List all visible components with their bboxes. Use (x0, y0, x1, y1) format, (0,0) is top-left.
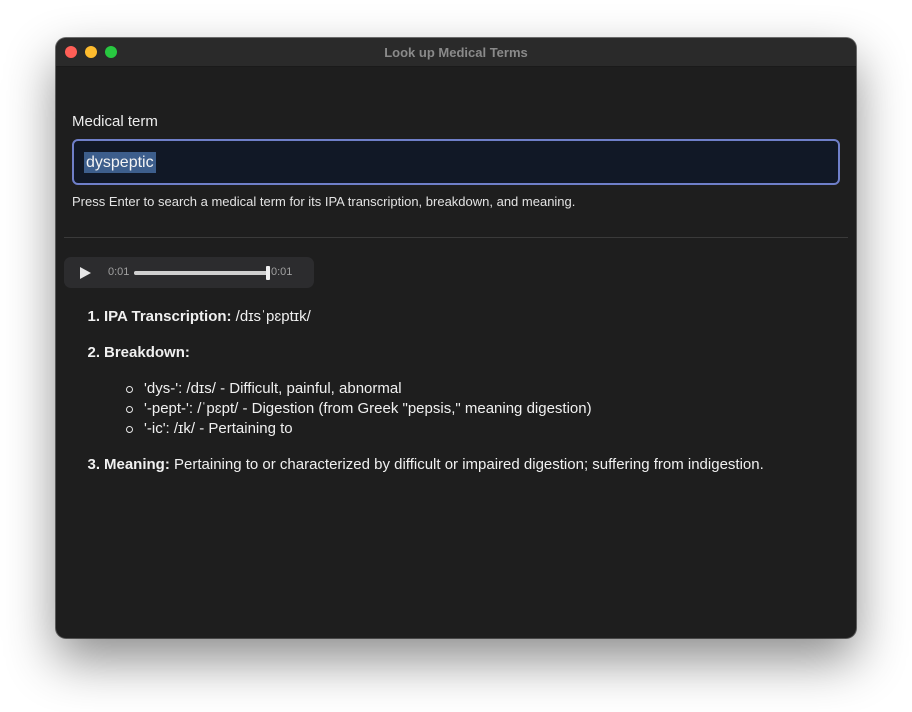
audio-progress-fill (134, 271, 268, 275)
item-label: Meaning: (104, 456, 170, 473)
audio-player: 0:01 0:01 (64, 257, 314, 288)
result-item-meaning: 3. Meaning: Pertaining to or characteriz… (87, 455, 804, 475)
window-title: Look up Medical Terms (384, 45, 528, 60)
divider (64, 237, 848, 238)
medical-term-field[interactable]: dyspeptic (72, 139, 840, 185)
item-number: 3. (87, 456, 100, 473)
audio-scrubber-handle[interactable] (266, 266, 270, 280)
medical-term-input[interactable] (74, 141, 838, 183)
help-text: Press Enter to search a medical term for… (72, 194, 576, 209)
app-window: Look up Medical Terms Medical term dyspe… (56, 38, 856, 638)
item-number: 1. (87, 308, 100, 325)
medical-term-label: Medical term (72, 113, 158, 130)
result-list: 1. IPA Transcription: /dɪsˈpɛptɪk/ 2. Br… (87, 307, 804, 491)
item-label: IPA Transcription: (104, 308, 232, 325)
item-label: Breakdown: (104, 344, 190, 361)
title-bar: Look up Medical Terms (56, 38, 856, 67)
breakdown-item: '-pept-': /ˈpɛpt/ - Digestion (from Gree… (104, 399, 804, 419)
breakdown-item: '-ic': /ɪk/ - Pertaining to (104, 419, 804, 439)
breakdown-item: 'dys-': /dɪs/ - Difficult, painful, abno… (104, 379, 804, 399)
result-item-breakdown: 2. Breakdown: 'dys-': /dɪs/ - Difficult,… (87, 343, 804, 439)
breakdown-list: 'dys-': /dɪs/ - Difficult, painful, abno… (104, 379, 804, 439)
result-item-ipa: 1. IPA Transcription: /dɪsˈpɛptɪk/ (87, 307, 804, 327)
item-number: 2. (87, 344, 100, 361)
play-icon[interactable] (80, 267, 91, 279)
audio-scrubber[interactable] (134, 266, 270, 280)
item-text: /dɪsˈpɛptɪk/ (231, 308, 311, 325)
audio-duration: 0:01 (271, 266, 293, 278)
item-text: Pertaining to or characterized by diffic… (169, 456, 764, 473)
audio-current-time: 0:01 (108, 266, 130, 278)
